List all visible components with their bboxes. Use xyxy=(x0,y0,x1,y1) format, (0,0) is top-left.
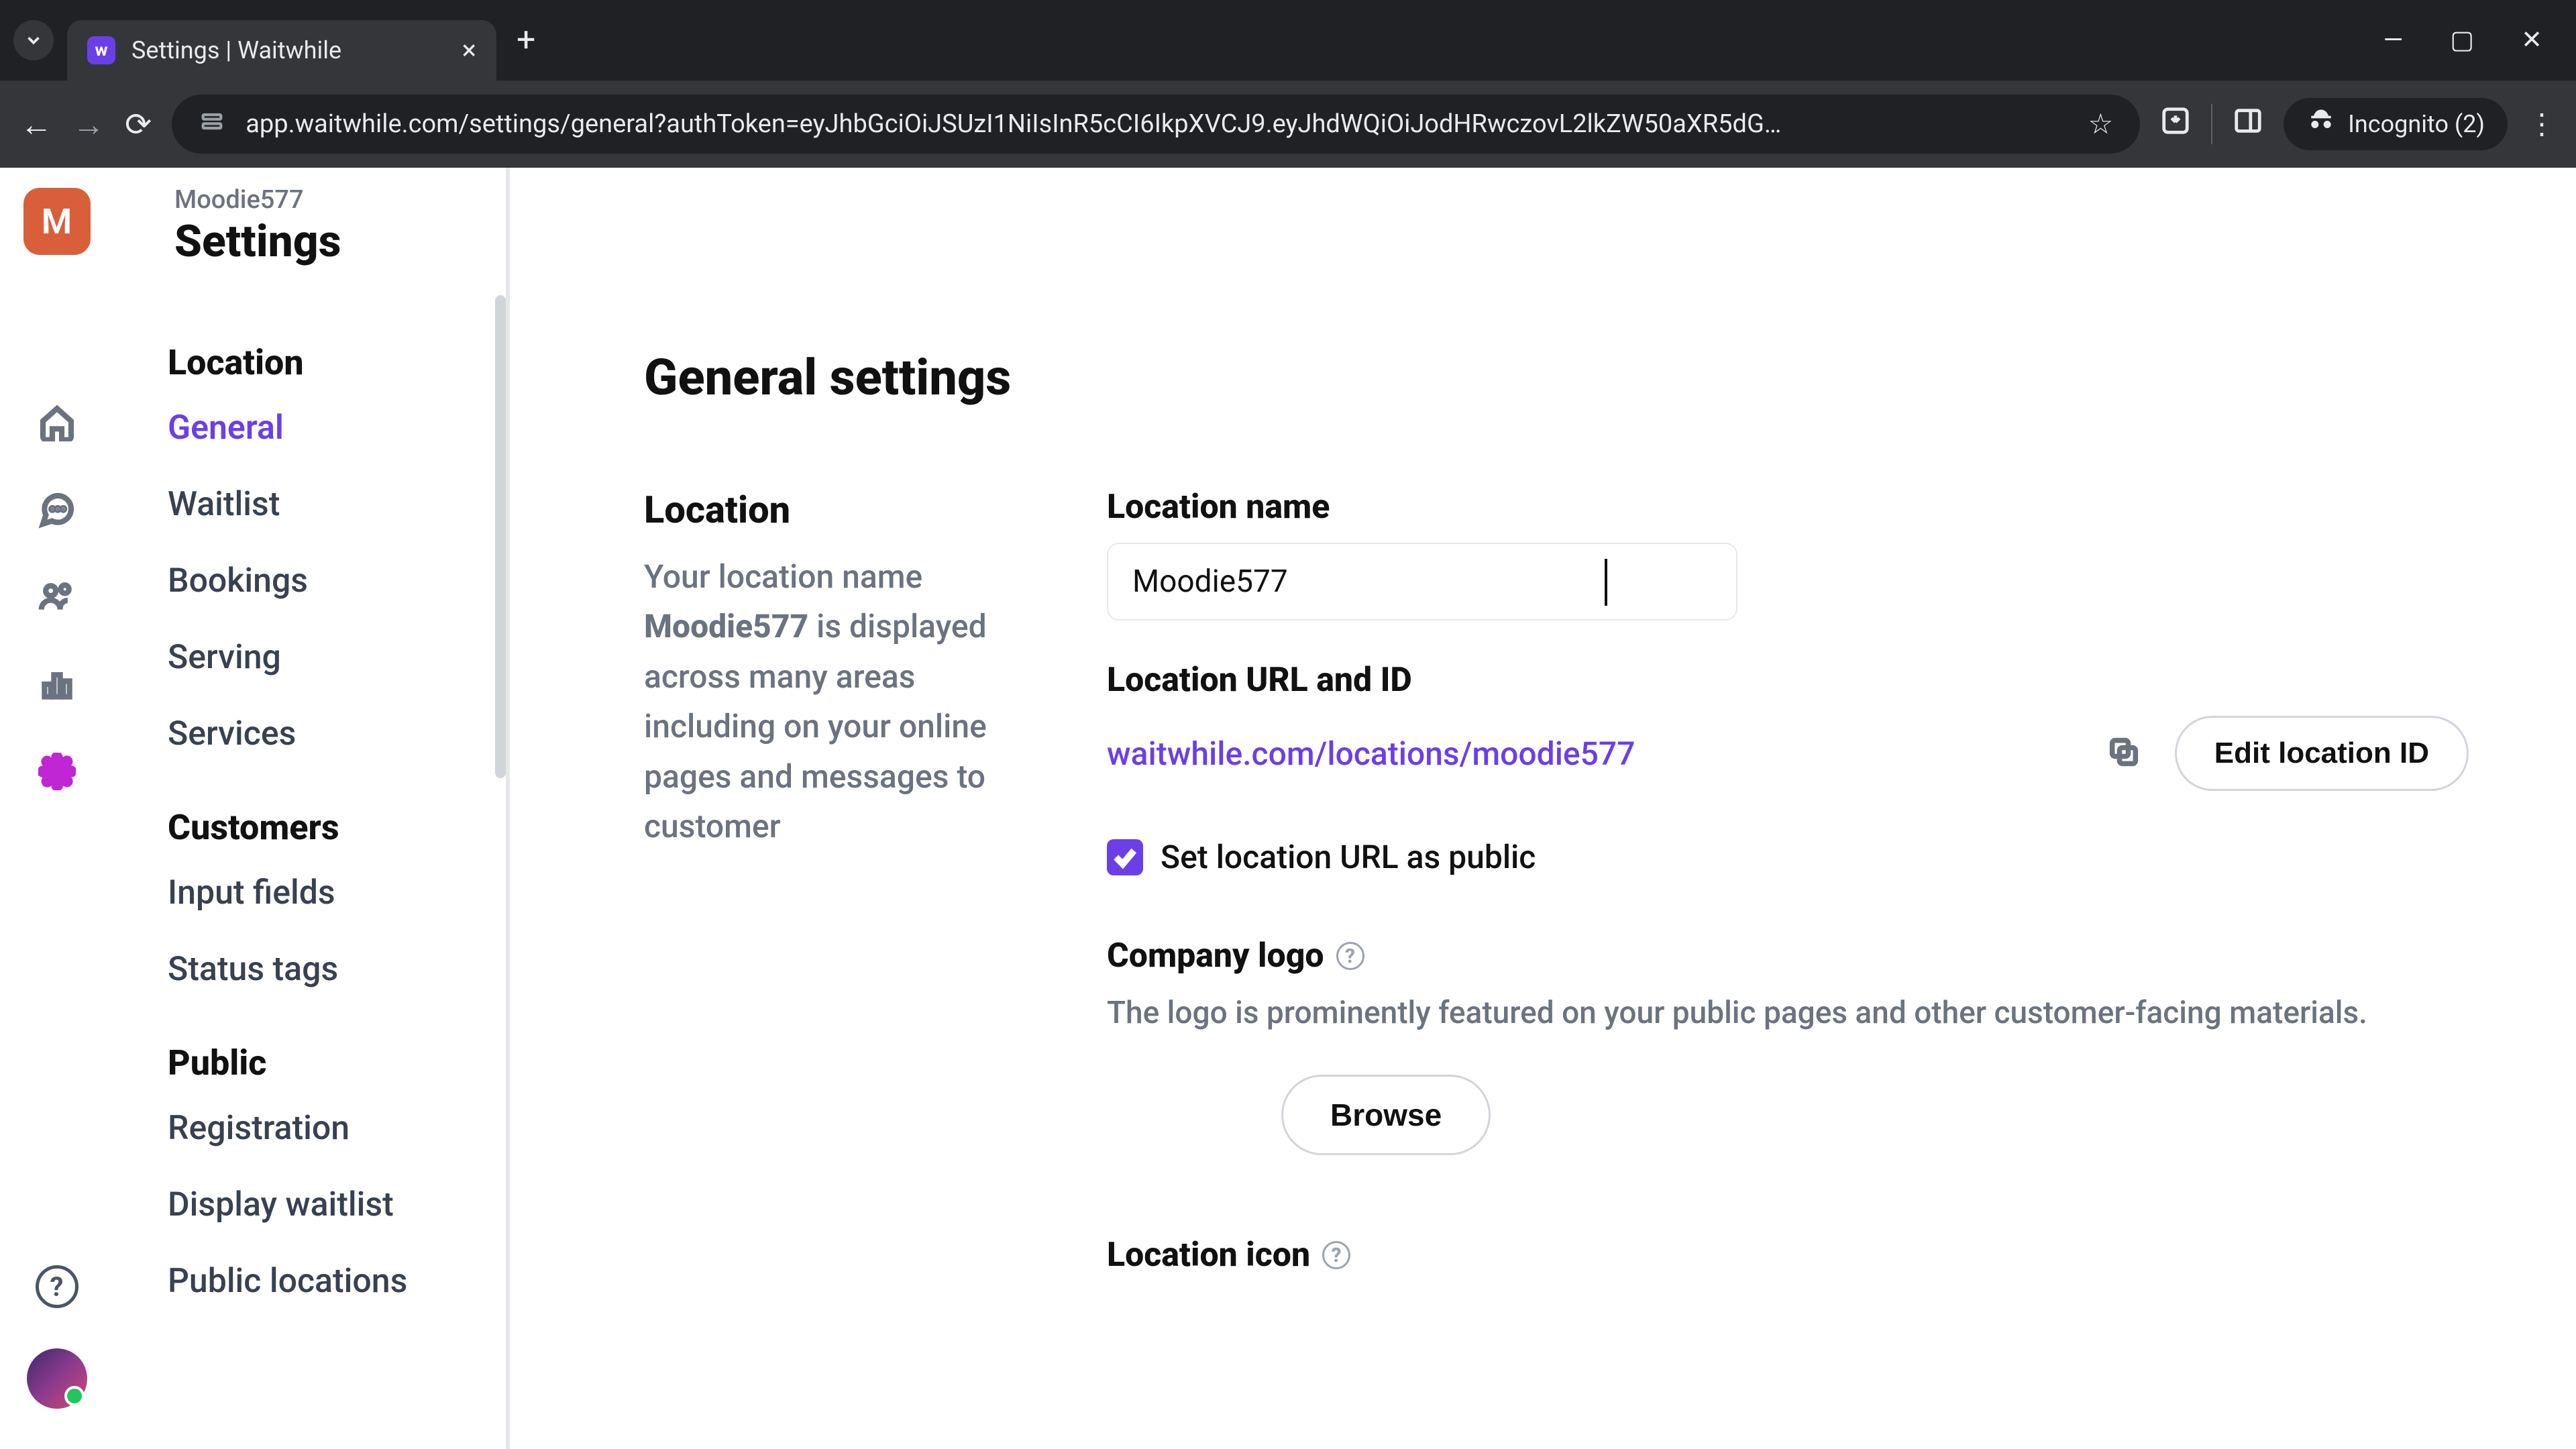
reload-button[interactable]: ⟳ xyxy=(125,105,152,144)
tab-search-dropdown[interactable] xyxy=(13,20,54,60)
chat-icon[interactable] xyxy=(37,490,77,530)
sidebar-item-input-fields[interactable]: Input fields xyxy=(168,873,506,912)
text-caret xyxy=(1605,559,1607,606)
browser-titlebar: w Settings | Waitwhile × + — ▢ ✕ xyxy=(0,0,2576,80)
toolbar-divider xyxy=(2211,104,2212,144)
url-text: app.waitwhile.com/settings/general?authT… xyxy=(246,109,2068,139)
bookmark-star-icon[interactable]: ☆ xyxy=(2088,107,2113,141)
sidebar-group-location: Location xyxy=(168,342,506,383)
sidebar-item-waitlist[interactable]: Waitlist xyxy=(168,485,506,524)
back-button[interactable]: ← xyxy=(20,105,52,144)
location-name-input[interactable]: Moodie577 xyxy=(1107,543,1737,621)
sidebar-item-public-locations[interactable]: Public locations xyxy=(168,1262,506,1301)
logo-description: The logo is prominently featured on your… xyxy=(1107,991,2469,1034)
sidebar-group-public: Public xyxy=(168,1042,506,1083)
window-close-icon[interactable]: ✕ xyxy=(2521,28,2542,53)
incognito-indicator[interactable]: Incognito (2) xyxy=(2284,98,2508,150)
settings-sidebar: Location General Waitlist Bookings Servi… xyxy=(114,168,510,1449)
location-url-link[interactable]: waitwhile.com/locations/moodie577 xyxy=(1107,735,2073,773)
install-app-icon[interactable] xyxy=(2160,105,2191,144)
icon-help-icon[interactable]: ? xyxy=(1322,1241,1350,1269)
logo-help-icon[interactable]: ? xyxy=(1336,942,1364,970)
browser-tab[interactable]: w Settings | Waitwhile × xyxy=(67,20,496,80)
nav-rail: M ? xyxy=(0,168,114,1449)
tab-favicon: w xyxy=(87,36,115,64)
copy-url-icon[interactable] xyxy=(2106,735,2141,772)
tab-title: Settings | Waitwhile xyxy=(131,36,446,64)
settings-gear-icon[interactable] xyxy=(37,751,77,792)
location-name-value: Moodie577 xyxy=(1132,564,1288,600)
public-url-checkbox[interactable] xyxy=(1107,839,1143,875)
browser-menu-icon[interactable]: ⋮ xyxy=(2528,107,2556,141)
page-title: General settings xyxy=(644,349,2469,407)
sidebar-item-general[interactable]: General xyxy=(168,409,506,447)
window-minimize-icon[interactable]: — xyxy=(2383,28,2404,53)
org-avatar[interactable]: M xyxy=(23,188,91,255)
edit-location-id-button[interactable]: Edit location ID xyxy=(2175,716,2469,791)
label-company-logo: Company logo ? xyxy=(1107,936,2469,975)
settings-main: General settings Location Your location … xyxy=(510,168,2576,1449)
section-description: Your location name Moodie577 is displaye… xyxy=(644,552,1053,851)
label-location-icon: Location icon ? xyxy=(1107,1236,2469,1275)
label-location-name: Location name xyxy=(1107,488,2469,527)
label-location-url: Location URL and ID xyxy=(1107,661,2469,700)
incognito-label: Incognito (2) xyxy=(2348,110,2485,138)
sidebar-group-customers: Customers xyxy=(168,807,506,848)
browse-logo-button[interactable]: Browse xyxy=(1281,1075,1491,1155)
section-heading-location: Location xyxy=(644,488,1053,532)
forward-button[interactable]: → xyxy=(72,105,105,144)
sidebar-item-serving[interactable]: Serving xyxy=(168,638,506,677)
sidebar-item-services[interactable]: Services xyxy=(168,714,506,753)
site-info-icon[interactable] xyxy=(199,108,225,141)
incognito-icon xyxy=(2306,106,2336,143)
window-maximize-icon[interactable]: ▢ xyxy=(2450,28,2474,53)
public-url-label: Set location URL as public xyxy=(1161,838,1536,876)
sidebar-item-registration[interactable]: Registration xyxy=(168,1109,506,1148)
analytics-icon[interactable] xyxy=(37,664,77,704)
home-icon[interactable] xyxy=(37,402,77,443)
side-panel-icon[interactable] xyxy=(2233,105,2263,144)
help-icon[interactable]: ? xyxy=(36,1265,78,1308)
user-avatar[interactable] xyxy=(27,1348,87,1409)
new-tab-button[interactable]: + xyxy=(517,21,535,60)
tab-close-icon[interactable]: × xyxy=(462,37,476,64)
browser-toolbar: ← → ⟳ app.waitwhile.com/settings/general… xyxy=(0,80,2576,168)
users-icon[interactable] xyxy=(37,577,77,617)
sidebar-item-display-waitlist[interactable]: Display waitlist xyxy=(168,1185,506,1224)
sidebar-item-bookings[interactable]: Bookings xyxy=(168,561,506,600)
address-bar[interactable]: app.waitwhile.com/settings/general?authT… xyxy=(172,95,2140,154)
sidebar-item-status-tags[interactable]: Status tags xyxy=(168,950,506,989)
